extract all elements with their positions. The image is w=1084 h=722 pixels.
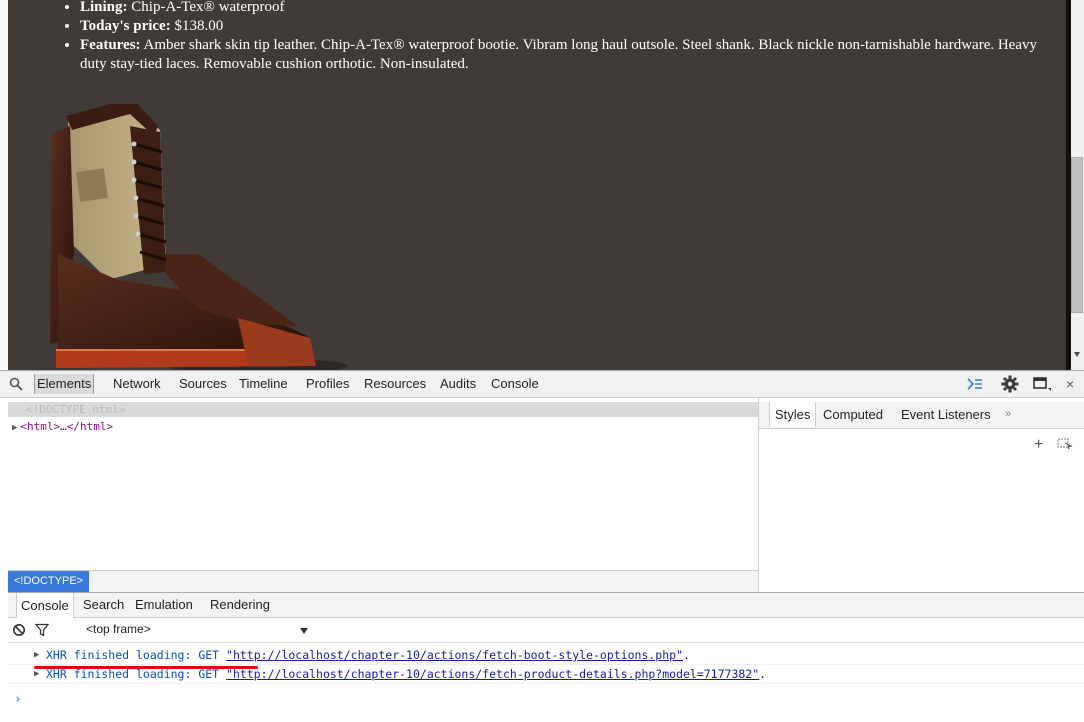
- spec-label: Lining:: [80, 0, 128, 15]
- drawer-tab-search[interactable]: Search: [83, 597, 124, 612]
- message-label: XHR finished loading: GET: [46, 648, 220, 662]
- message-url-link[interactable]: "http://localhost/chapter-10/actions/fet…: [226, 667, 759, 681]
- html-node-text: <html>…</html>: [20, 420, 114, 433]
- sidebar-tabs: Styles Computed Event Listeners »: [759, 402, 1084, 429]
- tab-styles[interactable]: Styles: [769, 402, 817, 427]
- message-tail: .: [759, 667, 767, 681]
- spec-value: $138.00: [174, 18, 224, 34]
- clear-console-icon[interactable]: [12, 623, 26, 637]
- message-url-link[interactable]: "http://localhost/chapter-10/actions/fet…: [226, 648, 683, 662]
- devtools-toolbar: Elements Network Sources Timeline Profil…: [0, 370, 1084, 398]
- boot-product-image: [50, 104, 348, 370]
- console-message[interactable]: ▶ XHR finished loading: GET "http://loca…: [8, 646, 1084, 665]
- page-scrollbar[interactable]: [1066, 0, 1084, 370]
- spec-price: Today's price: $138.00: [80, 17, 1040, 36]
- drawer-tab-console[interactable]: Console: [16, 593, 74, 618]
- product-specs-list: Lining: Chip-A-Tex® waterproof Today's p…: [62, 0, 1040, 74]
- scroll-down-arrow-icon[interactable]: [1074, 352, 1080, 357]
- drawer-tabs: Console Search Emulation Rendering: [8, 592, 1084, 618]
- tab-resources[interactable]: Resources: [364, 376, 426, 391]
- tab-computed[interactable]: Computed: [823, 407, 883, 422]
- frame-select[interactable]: <top frame>: [86, 622, 151, 636]
- breadcrumb-doctype[interactable]: <!DOCTYPE>: [8, 571, 90, 592]
- console-prompt[interactable]: ›: [14, 692, 22, 707]
- devtools-panel: Elements Network Sources Timeline Profil…: [0, 370, 1084, 722]
- html-node[interactable]: ▶ <html>…</html>: [12, 419, 113, 436]
- expand-triangle-icon[interactable]: ▶: [12, 423, 17, 433]
- filter-icon[interactable]: [35, 623, 49, 637]
- spec-label: Today's price:: [80, 18, 171, 34]
- highlight-underline: [34, 666, 258, 669]
- tab-profiles[interactable]: Profiles: [306, 376, 349, 391]
- chevron-down-icon[interactable]: [300, 628, 308, 634]
- expand-triangle-icon[interactable]: ▶: [34, 646, 39, 664]
- drawer-tab-emulation[interactable]: Emulation: [135, 597, 193, 612]
- search-icon[interactable]: [9, 377, 23, 391]
- spec-value: Chip-A-Tex® waterproof: [131, 0, 285, 15]
- tab-timeline[interactable]: Timeline: [239, 376, 288, 391]
- spec-value: Amber shark skin tip leather. Chip-A-Tex…: [80, 37, 1037, 72]
- console-toolbar: <top frame>: [8, 618, 1084, 643]
- drawer-tab-rendering[interactable]: Rendering: [210, 597, 270, 612]
- close-icon[interactable]: ×: [1066, 376, 1074, 392]
- spec-label: Features:: [80, 37, 141, 53]
- dock-side-icon[interactable]: [1032, 375, 1052, 393]
- toggle-element-state-icon[interactable]: [1057, 438, 1073, 450]
- tab-event-listeners[interactable]: Event Listeners: [901, 407, 991, 422]
- spec-features: Features: Amber shark skin tip leather. …: [80, 36, 1040, 74]
- tab-audits[interactable]: Audits: [440, 376, 476, 391]
- show-drawer-icon[interactable]: [966, 375, 984, 393]
- styles-sidebar: Styles Computed Event Listeners » +: [759, 398, 1084, 592]
- message-tail: .: [683, 648, 690, 662]
- viewport-left-edge: [0, 0, 8, 370]
- more-tabs-icon[interactable]: »: [1005, 408, 1011, 420]
- new-style-rule-icon[interactable]: +: [1034, 436, 1043, 454]
- tab-console[interactable]: Console: [491, 376, 539, 391]
- spec-lining: Lining: Chip-A-Tex® waterproof: [80, 0, 1040, 17]
- doctype-node[interactable]: <!DOCTYPE html>: [8, 402, 758, 417]
- page-viewport: Lining: Chip-A-Tex® waterproof Today's p…: [8, 0, 1066, 370]
- tab-elements[interactable]: Elements: [34, 374, 95, 394]
- scrollbar-thumb[interactable]: [1071, 157, 1083, 313]
- tab-network[interactable]: Network: [113, 376, 161, 391]
- tab-sources[interactable]: Sources: [179, 376, 227, 391]
- gear-icon[interactable]: [1001, 375, 1019, 393]
- elements-tree-pane: <!DOCTYPE html> ▶ <html>…</html>: [8, 398, 759, 592]
- message-label: XHR finished loading: GET: [46, 667, 220, 681]
- breadcrumb: <!DOCTYPE>: [8, 570, 758, 592]
